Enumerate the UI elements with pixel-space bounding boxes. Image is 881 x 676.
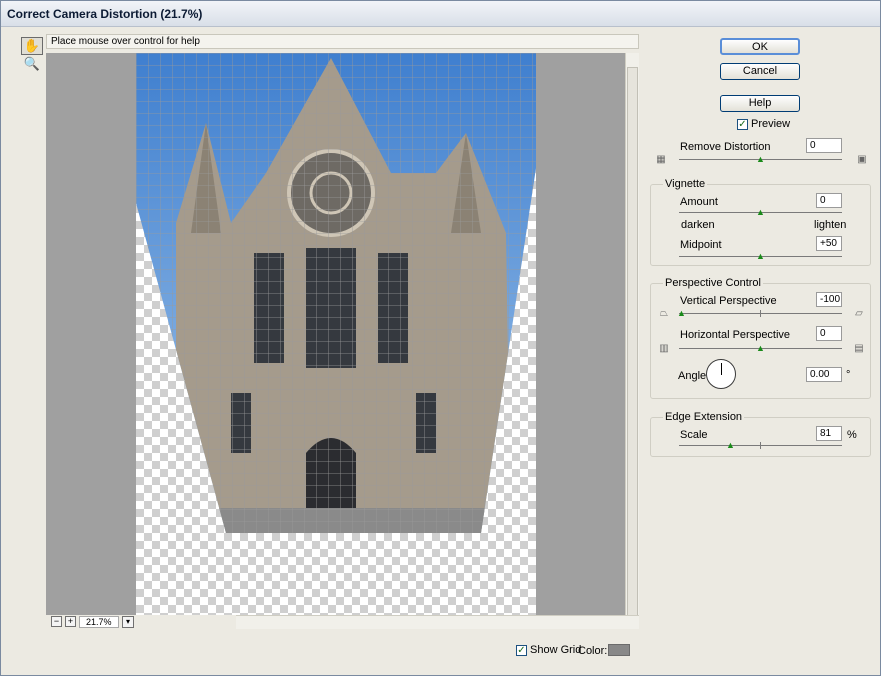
slider-knob[interactable]: ▲ [677, 309, 686, 318]
scale-field[interactable]: 81 [816, 426, 842, 441]
keystone-bottom-icon: ⏥ [855, 308, 863, 319]
angle-dial[interactable] [706, 359, 736, 389]
vignette-title: Vignette [663, 178, 708, 190]
perspective-left-icon: ▥ [659, 343, 669, 354]
cancel-button[interactable]: Cancel [720, 63, 800, 80]
vertical-scrollbar[interactable] [625, 53, 639, 617]
darken-label: darken [681, 219, 715, 231]
edge-extension-title: Edge Extension [663, 411, 745, 423]
horizontal-scrollbar[interactable] [233, 615, 639, 629]
slider-knob[interactable]: ▲ [756, 208, 765, 217]
scale-label: Scale [680, 429, 708, 441]
preview-label: Preview [751, 118, 791, 130]
help-text: Place mouse over control for help [51, 36, 200, 47]
help-bar: Place mouse over control for help [46, 34, 639, 49]
angle-field[interactable]: 0.00 [806, 367, 842, 382]
midpoint-label: Midpoint [680, 239, 722, 251]
slider-center-tick [760, 310, 761, 317]
zoom-out-button[interactable]: − [51, 616, 62, 627]
midpoint-field[interactable]: +50 [816, 236, 842, 251]
remove-distortion-field[interactable]: 0 [806, 138, 842, 153]
preview-check-icon: ✓ [737, 118, 748, 130]
horizontal-perspective-field[interactable]: 0 [816, 326, 842, 341]
perspective-title: Perspective Control [663, 277, 763, 289]
lighten-label: lighten [814, 219, 847, 231]
vertical-perspective-field[interactable]: -100 [816, 292, 842, 307]
show-grid-check-icon: ✓ [516, 644, 527, 656]
pincushion-icon: ▦ [656, 154, 666, 165]
amount-label: Amount [680, 196, 718, 208]
title-bar: Correct Camera Distortion (21.7%) [1, 1, 880, 27]
corrected-image [136, 53, 536, 533]
midpoint-slider[interactable]: ▲ [679, 252, 842, 262]
vertical-perspective-slider[interactable]: ▲ [677, 309, 842, 319]
grid-color-label: Color: [578, 645, 608, 657]
angle-unit: ° [846, 369, 851, 381]
chevron-down-icon: ▾ [125, 617, 130, 626]
remove-distortion-slider[interactable]: ▲ [679, 155, 842, 165]
document-area [136, 53, 536, 615]
perspective-right-icon: ▤ [854, 343, 864, 354]
window-title: Correct Camera Distortion (21.7%) [7, 7, 203, 21]
angle-dial-hand [721, 363, 722, 375]
hand-icon: ✋ [23, 38, 41, 53]
amount-slider[interactable]: ▲ [679, 208, 842, 218]
slider-knob[interactable]: ▲ [756, 155, 765, 164]
dialog-window: Correct Camera Distortion (21.7%) ✋ 🔍 Pl… [0, 0, 881, 676]
vertical-scroll-thumb[interactable] [627, 67, 638, 617]
angle-label: Angle: [678, 370, 710, 382]
ok-button[interactable]: OK [720, 38, 800, 55]
zoom-tool[interactable]: 🔍 [21, 55, 43, 73]
horizontal-perspective-slider[interactable]: ▲ [679, 344, 842, 354]
keystone-top-icon: ⏢ [660, 308, 668, 319]
show-grid-label: Show Grid [530, 644, 582, 656]
slider-knob[interactable]: ▲ [726, 441, 735, 450]
zoom-in-button[interactable]: + [65, 616, 76, 627]
zoom-dropdown[interactable]: ▾ [122, 616, 134, 628]
slider-knob[interactable]: ▲ [756, 344, 765, 353]
show-grid-checkbox[interactable]: ✓ Show Grid [516, 644, 581, 656]
grid-color-swatch[interactable] [608, 644, 630, 656]
preview-checkbox[interactable]: ✓ Preview [737, 118, 790, 130]
scale-slider[interactable]: ▲ [679, 441, 842, 451]
help-button[interactable]: Help [720, 95, 800, 112]
zoom-value[interactable]: 21.7% [79, 616, 119, 628]
barrel-icon: ▣ [857, 154, 867, 165]
slider-center-tick [760, 442, 761, 449]
horizontal-perspective-label: Horizontal Perspective [680, 329, 791, 341]
slider-knob[interactable]: ▲ [756, 252, 765, 261]
zoom-bar: − + 21.7% ▾ [46, 615, 236, 629]
zoom-icon: 🔍 [23, 56, 41, 71]
vertical-perspective-label: Vertical Perspective [680, 295, 777, 307]
preview-canvas[interactable] [46, 53, 625, 615]
scale-unit: % [847, 429, 857, 441]
remove-distortion-label: Remove Distortion [680, 141, 771, 153]
hand-tool[interactable]: ✋ [21, 37, 43, 55]
amount-field[interactable]: 0 [816, 193, 842, 208]
